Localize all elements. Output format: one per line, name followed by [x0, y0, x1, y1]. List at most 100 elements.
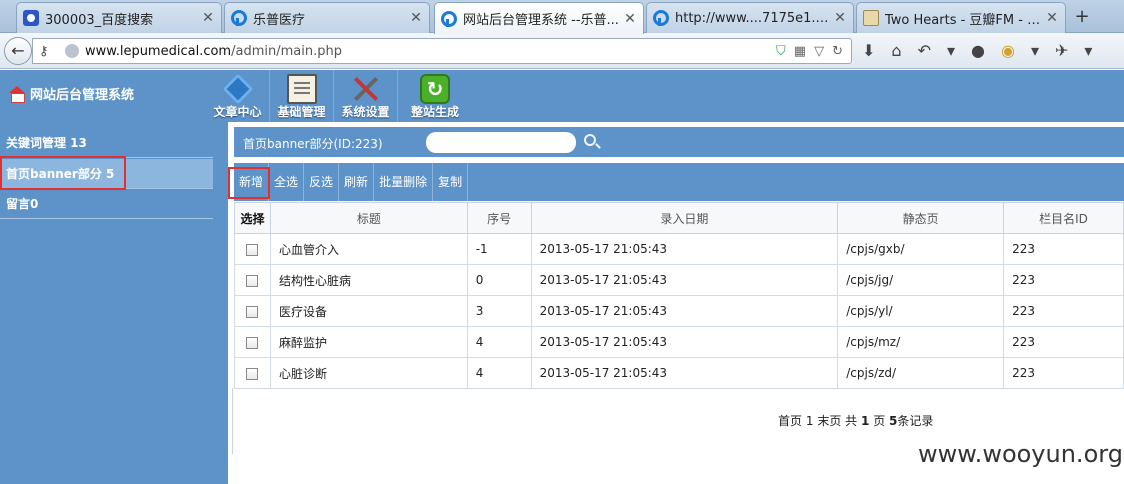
tab-close-icon[interactable]: ✕: [409, 10, 423, 26]
table-row: 医疗设备 3 2013-05-17 21:05:43 /cpjs/yl/ 223: [234, 295, 1124, 327]
tab-close-icon[interactable]: ✕: [833, 10, 847, 26]
column-header-order[interactable]: 序号: [466, 202, 532, 234]
browser-tab-baidu[interactable]: 300003_百度搜索 ✕: [16, 2, 222, 33]
row-checkbox[interactable]: [246, 367, 259, 380]
nav-article-center[interactable]: 文章中心: [206, 70, 270, 122]
browser-tab-php[interactable]: http://www....7175e1.php ✕: [646, 2, 854, 33]
nav-site-generate[interactable]: 整站生成: [398, 70, 472, 122]
download-icon[interactable]: ⬇: [862, 41, 875, 60]
column-header-static-page[interactable]: 静态页: [837, 202, 1005, 234]
column-header-title[interactable]: 标题: [269, 202, 468, 234]
row-order: -1: [466, 233, 532, 265]
pager-record-unit: 条记录: [897, 414, 934, 428]
bookmark-star-icon[interactable]: ▽: [814, 44, 824, 59]
select-all-button[interactable]: 全选: [269, 163, 305, 201]
row-date: 2013-05-17 21:05:43: [530, 295, 839, 327]
row-category-id: 223: [1003, 233, 1124, 265]
lepu-logo-icon: [441, 10, 457, 27]
reload-icon[interactable]: ↻: [832, 44, 843, 59]
row-static-page: /cpjs/yl/: [837, 295, 1005, 327]
qr-code-icon[interactable]: ▦: [794, 44, 806, 59]
row-title-link[interactable]: 结构性心脏病: [269, 264, 468, 296]
refresh-button[interactable]: 刷新: [339, 163, 375, 201]
row-checkbox[interactable]: [246, 243, 259, 256]
system-settings-icon: [351, 74, 381, 104]
row-title-link[interactable]: 心脏诊断: [269, 357, 468, 389]
row-date: 2013-05-17 21:05:43: [530, 233, 839, 265]
extension-icon[interactable]: ✈: [1055, 41, 1068, 60]
tab-close-icon[interactable]: ✕: [623, 11, 637, 27]
row-date: 2013-05-17 21:05:43: [530, 357, 839, 389]
nav-label: 整站生成: [410, 105, 459, 119]
content-left-border: [232, 388, 233, 454]
sidebar-item-home-banner[interactable]: 首页banner部分 5: [0, 159, 213, 189]
shield-icon[interactable]: ⛉: [776, 44, 786, 59]
pagination: 首页 1 末页 共 1 页 5条记录: [778, 412, 933, 429]
content-title: 首页banner部分(ID:223): [243, 137, 383, 151]
column-header-date[interactable]: 录入日期: [530, 202, 839, 234]
pager-total-label: 共: [845, 414, 858, 428]
home-icon[interactable]: ⌂: [891, 41, 901, 60]
row-order: 3: [466, 295, 532, 327]
action-toolbar: 新增 全选 反选 刷新 批量删除 复制: [234, 163, 1124, 201]
row-checkbox[interactable]: [246, 274, 259, 287]
sidebar-item-keywords[interactable]: 关键词管理 13: [0, 128, 213, 158]
pager-last-link[interactable]: 末页: [817, 414, 841, 428]
tab-title: 乐普医疗: [253, 12, 306, 28]
history-back-icon[interactable]: ↶: [918, 41, 931, 60]
tab-close-icon[interactable]: ✕: [1045, 10, 1059, 26]
nav-system-settings[interactable]: 系统设置: [334, 70, 398, 122]
search-input[interactable]: [426, 132, 576, 153]
sidebar-item-messages[interactable]: 留言0: [0, 189, 213, 219]
batch-delete-button[interactable]: 批量删除: [374, 163, 434, 201]
row-order: 4: [466, 326, 532, 358]
dropdown-arrow-icon[interactable]: ▾: [1031, 41, 1039, 60]
admin-top-nav: 文章中心 基础管理 系统设置 整站生成: [206, 70, 472, 122]
add-button[interactable]: 新增: [234, 163, 270, 201]
row-date: 2013-05-17 21:05:43: [530, 326, 839, 358]
row-static-page: /cpjs/jg/: [837, 264, 1005, 296]
row-order: 4: [466, 357, 532, 389]
site-generate-icon: [420, 74, 450, 104]
nav-basic-management[interactable]: 基础管理: [270, 70, 334, 122]
banner-table: 选择 标题 序号 录入日期 静态页 栏目名ID 心血管介入 -1 2013-05…: [234, 202, 1124, 389]
back-button[interactable]: ←: [4, 37, 32, 65]
admin-header: 网站后台管理系统 文章中心 基础管理 系统设置 整站生成: [0, 70, 1124, 122]
tab-close-icon[interactable]: ✕: [201, 10, 215, 26]
browser-tab-douban[interactable]: Two Hearts - 豆瓣FM - B... ✕: [856, 2, 1066, 33]
new-tab-button[interactable]: +: [1072, 6, 1092, 27]
invert-selection-button[interactable]: 反选: [304, 163, 340, 201]
globe-icon: [65, 44, 79, 58]
browser-nav-bar: ← ⚷ www.lepumedical.com/admin/main.php ⛉…: [0, 33, 1124, 69]
row-checkbox[interactable]: [246, 336, 259, 349]
chat-bubble-icon[interactable]: ●: [971, 41, 985, 60]
tab-title: Two Hearts - 豆瓣FM - B...: [885, 12, 1041, 28]
column-header-category-id[interactable]: 栏目名ID: [1003, 202, 1124, 234]
browser-tab-lepu[interactable]: 乐普医疗 ✕: [224, 2, 430, 33]
row-title-link[interactable]: 麻醉监护: [269, 326, 468, 358]
pager-page-count: 1: [861, 414, 870, 428]
row-title-link[interactable]: 医疗设备: [269, 295, 468, 327]
tab-title: 网站后台管理系统 --乐普...: [463, 13, 619, 28]
pager-first-link[interactable]: 首页: [778, 414, 802, 428]
row-static-page: /cpjs/zd/: [837, 357, 1005, 389]
table-row: 麻醉监护 4 2013-05-17 21:05:43 /cpjs/mz/ 223: [234, 326, 1124, 358]
pager-current-page: 1: [805, 414, 814, 428]
key-icon: ⚷: [39, 43, 49, 59]
lepu-logo-icon: [231, 10, 247, 26]
search-icon[interactable]: [584, 134, 596, 146]
menu-arrow-icon[interactable]: ▾: [1084, 41, 1092, 60]
address-bar[interactable]: ⚷ www.lepumedical.com/admin/main.php ⛉ ▦…: [32, 38, 852, 64]
dropdown-arrow-icon[interactable]: ▾: [947, 41, 955, 60]
table-row: 心脏诊断 4 2013-05-17 21:05:43 /cpjs/zd/ 223: [234, 357, 1124, 389]
row-static-page: /cpjs/gxb/: [837, 233, 1005, 265]
tab-title: http://www....7175e1.php: [675, 10, 829, 26]
row-category-id: 223: [1003, 264, 1124, 296]
copy-button[interactable]: 复制: [433, 163, 469, 201]
nav-label: 基础管理: [277, 105, 326, 119]
weibo-icon[interactable]: ◉: [1001, 41, 1015, 60]
watermark: www.wooyun.org: [918, 440, 1123, 468]
browser-tab-admin[interactable]: 网站后台管理系统 --乐普... ✕: [434, 2, 644, 34]
row-checkbox[interactable]: [246, 305, 259, 318]
row-title-link[interactable]: 心血管介入: [269, 233, 468, 265]
